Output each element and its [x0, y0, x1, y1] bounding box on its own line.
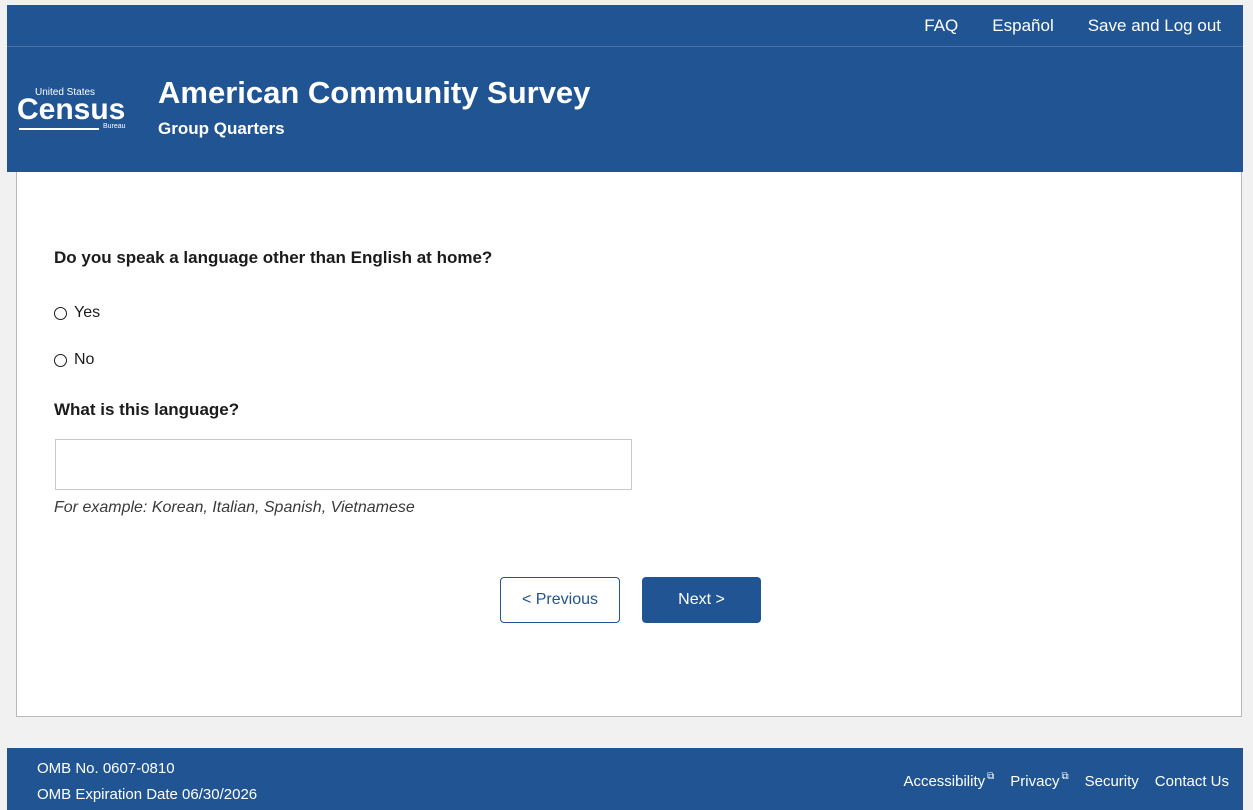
language-hint: For example: Korean, Italian, Spanish, V…	[54, 499, 415, 516]
accessibility-link[interactable]: Accessibility ⧉	[903, 771, 995, 790]
privacy-link[interactable]: Privacy ⧉	[1010, 771, 1069, 790]
site-footer: OMB No. 0607-0810 OMB Expiration Date 06…	[7, 748, 1243, 810]
radio-label-yes: Yes	[74, 304, 101, 321]
language-input[interactable]	[55, 439, 632, 490]
footer-links: Accessibility ⧉ Privacy ⧉ Security Conta…	[887, 771, 1229, 790]
survey-subtitle: Group Quarters	[158, 119, 285, 138]
external-link-icon: ⧉	[987, 771, 995, 782]
radio-button-no[interactable]	[54, 353, 67, 367]
logo-underline	[19, 128, 99, 130]
radio-label-no: No	[74, 351, 95, 368]
site-header: United States Census Bureau American Com…	[7, 47, 1243, 172]
radio-option-no[interactable]: No	[54, 351, 94, 369]
radio-option-yes[interactable]: Yes	[54, 304, 100, 322]
radio-button-yes[interactable]	[54, 306, 67, 320]
next-button[interactable]: Next >	[642, 577, 761, 623]
language-question: What is this language?	[54, 400, 240, 419]
save-logout-link[interactable]: Save and Log out	[1088, 16, 1221, 36]
security-link[interactable]: Security	[1085, 773, 1139, 790]
page: FAQ Español Save and Log out United Stat…	[0, 0, 1253, 810]
external-link-icon: ⧉	[1061, 771, 1069, 782]
census-logo: United States Census Bureau	[17, 87, 127, 137]
omb-expiration: OMB Expiration Date 06/30/2026	[37, 786, 258, 803]
espanol-link[interactable]: Español	[992, 16, 1053, 36]
privacy-label: Privacy	[1010, 773, 1060, 790]
logo-bureau: Bureau	[103, 123, 126, 130]
top-utility-bar: FAQ Español Save and Log out	[7, 5, 1243, 47]
question-text: Do you speak a language other than Engli…	[54, 248, 493, 267]
question-panel: Do you speak a language other than Engli…	[16, 172, 1242, 717]
contact-us-link[interactable]: Contact Us	[1155, 773, 1229, 790]
accessibility-label: Accessibility	[903, 773, 986, 790]
previous-button[interactable]: < Previous	[500, 577, 620, 623]
survey-title: American Community Survey	[158, 75, 591, 110]
omb-number: OMB No. 0607-0810	[37, 760, 175, 777]
faq-link[interactable]: FAQ	[924, 16, 958, 36]
logo-census: Census	[17, 93, 126, 126]
